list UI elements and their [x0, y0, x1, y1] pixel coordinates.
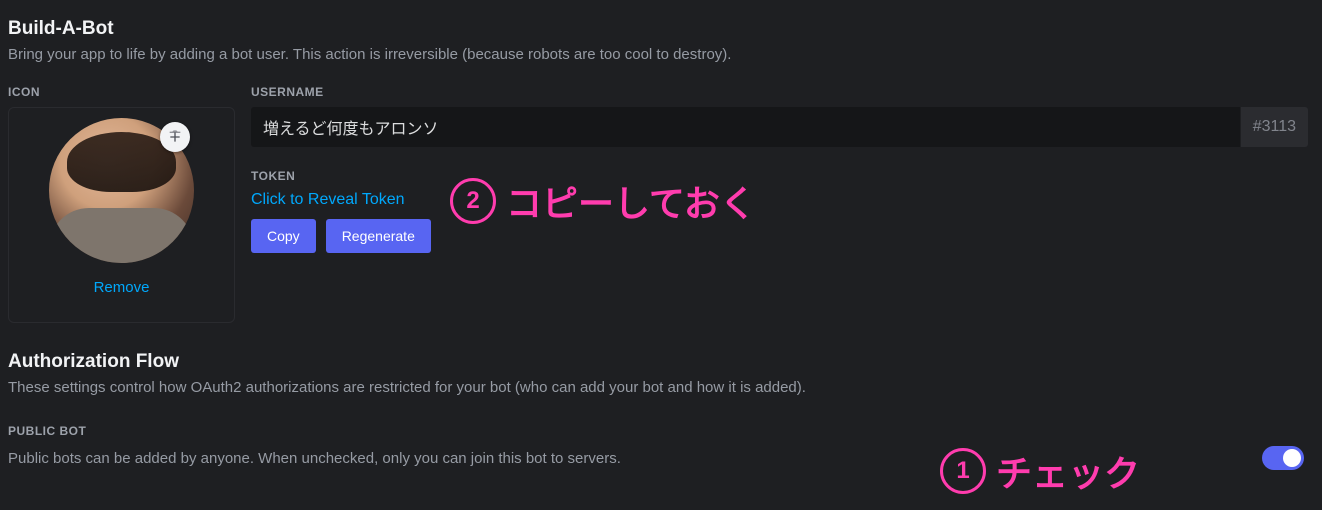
authorization-flow-title: Authorization Flow: [8, 351, 1308, 373]
public-bot-description: Public bots can be added by anyone. When…: [8, 450, 621, 467]
icon-label: ICON: [8, 85, 235, 99]
token-label: TOKEN: [251, 169, 1308, 183]
public-bot-label: PUBLIC BOT: [8, 424, 1308, 438]
remove-icon-link[interactable]: Remove: [94, 279, 150, 296]
public-bot-toggle[interactable]: [1262, 446, 1304, 470]
copy-token-button[interactable]: Copy: [251, 219, 316, 253]
reveal-token-link[interactable]: Click to Reveal Token: [251, 191, 405, 209]
username-input[interactable]: [251, 107, 1240, 147]
build-a-bot-title: Build-A-Bot: [8, 18, 1308, 40]
discriminator: #3113: [1240, 107, 1308, 147]
regenerate-token-button[interactable]: Regenerate: [326, 219, 431, 253]
build-a-bot-subtitle: Bring your app to life by adding a bot u…: [8, 46, 1308, 63]
toggle-thumb: [1283, 449, 1301, 467]
username-label: USERNAME: [251, 85, 1308, 99]
icon-card: Remove: [8, 107, 235, 323]
authorization-flow-subtitle: These settings control how OAuth2 author…: [8, 379, 1308, 396]
upload-image-icon[interactable]: [160, 122, 190, 152]
avatar-upload-area[interactable]: [49, 118, 194, 263]
